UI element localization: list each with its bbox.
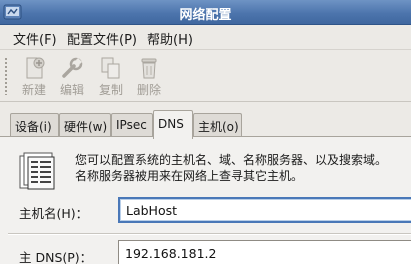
tab-dns[interactable]: DNS [153, 110, 193, 139]
tab-hardware[interactable]: 硬件(w) [59, 113, 111, 138]
tab-ipsec[interactable]: IPsec [111, 113, 153, 138]
dns-panel: 您可以配置系统的主机名、域、名称服务器、以及搜索域。 名称服务器被用来在网络上查… [0, 136, 411, 264]
toolbar: 新建 编辑 复制 删除 [0, 50, 411, 102]
new-button[interactable]: 新建 [14, 54, 54, 98]
menu-help[interactable]: 帮助(H) [147, 29, 193, 48]
window-title: 网络配置 [179, 8, 232, 23]
tab-devices[interactable]: 设备(i) [10, 113, 59, 138]
copy-button-label: 复制 [98, 83, 123, 97]
menu-file[interactable]: 文件(F) [13, 29, 57, 48]
primary-dns-label: 主 DNS(P)： [19, 250, 93, 264]
copy-icon [101, 57, 120, 79]
delete-button[interactable]: 删除 [129, 54, 169, 98]
menu-bar: 文件(F) 配置文件(P) 帮助(H) [0, 25, 411, 50]
edit-button[interactable]: 编辑 [52, 54, 92, 98]
section-divider [8, 233, 411, 235]
address-book-icon [18, 151, 58, 194]
toolbar-grip[interactable] [4, 57, 9, 95]
title-bar: 网络配置 [0, 0, 411, 25]
new-icon [26, 57, 45, 79]
trash-icon [141, 58, 157, 79]
tab-bar: 设备(i) 硬件(w) IPsec DNS 主机(o) [0, 102, 411, 139]
hostname-input[interactable] [118, 197, 411, 223]
new-button-label: 新建 [21, 83, 46, 97]
delete-button-label: 删除 [136, 83, 161, 97]
dns-info-line-1: 您可以配置系统的主机名、域、名称服务器、以及搜索域。 [75, 153, 388, 167]
copy-button[interactable]: 复制 [91, 54, 131, 98]
menu-profile[interactable]: 配置文件(P) [67, 29, 137, 48]
dns-info-line-2: 名称服务器被用来在网络上查寻其它主机。 [75, 169, 304, 183]
edit-button-label: 编辑 [59, 83, 84, 97]
tab-hosts[interactable]: 主机(o) [193, 113, 242, 138]
wrench-icon [62, 57, 83, 78]
dns-info-text: 您可以配置系统的主机名、域、名称服务器、以及搜索域。 名称服务器被用来在网络上查… [75, 152, 410, 184]
hostname-label: 主机名(H)： [19, 206, 89, 221]
primary-dns-input[interactable] [118, 240, 411, 264]
